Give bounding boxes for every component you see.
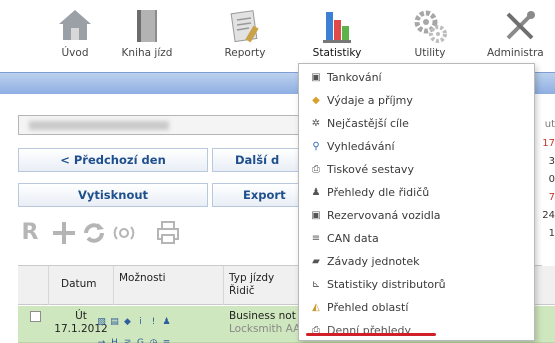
top-nav: Úvod Kniha jízd Reporty Statistiky Utili… — [0, 0, 555, 72]
toolbar: R — [18, 220, 218, 248]
chart-icon — [323, 12, 351, 43]
col-options: Možnosti — [113, 266, 223, 305]
clip-text: 0 — [548, 174, 555, 185]
home-icon — [59, 10, 91, 40]
printer-icon: ⎙ — [312, 164, 320, 175]
nav-item-utility[interactable]: Utility — [395, 0, 465, 72]
r-icon[interactable]: R — [18, 220, 42, 246]
search-icon: ⚲ — [312, 141, 320, 152]
menu-label: Vyhledávání — [327, 140, 395, 153]
book-icon — [137, 10, 157, 42]
fuel-icon[interactable]: ▤ — [109, 317, 120, 328]
car-icon: ▰ — [312, 256, 320, 267]
money-icon[interactable]: ◆ — [122, 317, 133, 328]
signal-icon[interactable] — [112, 220, 136, 246]
nav-label: Statistiky — [312, 47, 362, 59]
menu-label: Přehled oblastí — [327, 301, 409, 314]
menu-item-vydaje[interactable]: ◆ Výdaje a příjmy — [307, 90, 530, 112]
person-icon[interactable]: ♟ — [161, 317, 172, 328]
clip-text: 17 — [542, 138, 555, 149]
chart-small-icon[interactable]: ⋜ — [122, 338, 133, 343]
nav-label: Úvod — [61, 47, 89, 59]
menu-item-statistiky-distributoru[interactable]: ⊾ Statistiky distributorů — [307, 274, 530, 296]
prev-day-button[interactable]: < Předchozí den — [18, 148, 208, 172]
area-icon: ◭ — [312, 302, 320, 313]
money-icon: ◆ — [312, 95, 320, 106]
nav-item-reporty[interactable]: Reporty — [210, 0, 280, 72]
menu-label: Přehledy dle řidičů — [327, 186, 430, 199]
g-icon[interactable]: G — [135, 338, 146, 343]
col-select — [18, 266, 48, 305]
arrow-icon[interactable]: → — [96, 338, 107, 343]
clip-text: 3 — [548, 156, 555, 167]
info-icon[interactable]: i — [135, 317, 146, 328]
menu-item-zavady-jednotek[interactable]: ▰ Závady jednotek — [307, 251, 530, 273]
print-button[interactable]: Vytisknout — [18, 183, 208, 207]
printer-icon[interactable] — [156, 220, 180, 246]
app-window: Úvod Kniha jízd Reporty Statistiky Utili… — [0, 0, 555, 343]
gear-icon — [414, 10, 447, 43]
h-icon[interactable]: H — [109, 338, 120, 343]
daily-icon: ⎙ — [312, 325, 320, 336]
menu-label: Nejčastější cíle — [327, 117, 409, 130]
nav-label: Kniha jízd — [121, 47, 173, 59]
menu-label: Výdaje a příjmy — [327, 94, 413, 107]
crosshair-icon[interactable] — [52, 220, 76, 246]
menu-item-nejcastejsi-cile[interactable]: ✲ Nejčastější cíle — [307, 113, 530, 135]
stats-icon: ⊾ — [311, 279, 321, 290]
menu-item-vyhledavani[interactable]: ⚲ Vyhledávání — [307, 136, 530, 158]
can-icon: ≡ — [311, 233, 321, 244]
alert-icon[interactable]: ! — [148, 317, 159, 328]
statistiky-dropdown: ▣ Tankování ◆ Výdaje a příjmy ✲ Nejčastější… — [298, 63, 535, 341]
clip-text: 1 — [548, 228, 555, 239]
fuel-icon: ▣ — [311, 72, 321, 83]
tools-icon — [506, 11, 535, 40]
list-icon[interactable]: ≡ — [161, 338, 172, 343]
nav-item-administrace[interactable]: Administra — [485, 0, 555, 72]
target-icon: ✲ — [311, 118, 321, 129]
menu-label: Statistiky distributorů — [327, 278, 446, 291]
nav-item-kniha-jizd[interactable]: Kniha jízd — [112, 0, 182, 72]
reservation-icon: ▣ — [311, 210, 321, 221]
map-icon[interactable]: ▧ — [96, 317, 107, 328]
menu-label: Tiskové sestavy — [327, 163, 414, 176]
refresh-icon[interactable] — [82, 220, 106, 246]
menu-item-tiskove-sestavy[interactable]: ⎙ Tiskové sestavy — [307, 159, 530, 181]
clock-icon[interactable]: ◷ — [148, 338, 159, 343]
menu-item-can-data[interactable]: ≡ CAN data — [307, 228, 530, 250]
nav-label: Utility — [414, 47, 446, 59]
menu-label: CAN data — [327, 232, 379, 245]
nav-label: Administra — [487, 47, 544, 59]
menu-item-rezervovana-vozidla[interactable]: ▣ Rezervovaná vozidla — [307, 205, 530, 227]
menu-item-prehled-oblasti[interactable]: ◭ Přehled oblastí — [307, 297, 530, 319]
col-date: Datum — [48, 266, 113, 305]
menu-label: Závady jednotek — [327, 255, 420, 268]
clip-text: 24 — [542, 210, 555, 221]
person-icon: ♟ — [311, 187, 321, 198]
export-button[interactable]: Export — [212, 183, 308, 207]
menu-label: Denní přehledy — [327, 324, 412, 337]
highlight-underline — [306, 333, 436, 336]
report-icon — [230, 10, 259, 43]
row-checkbox[interactable] — [30, 311, 41, 322]
nav-item-statistiky[interactable]: Statistiky — [302, 0, 372, 72]
clip-text: 7 — [548, 192, 555, 203]
clipped-right-column: ut 17 3 0 7 24 1 — [542, 96, 555, 266]
menu-label: Tankování — [327, 71, 382, 84]
nav-label: Reporty — [224, 47, 266, 59]
driver-select[interactable] — [18, 115, 308, 135]
nav-item-uvod[interactable]: Úvod — [40, 0, 110, 72]
blurred-driver-name — [29, 121, 169, 130]
menu-item-prehledy-ridicu[interactable]: ♟ Přehledy dle řidičů — [307, 182, 530, 204]
row-options: ▧ ▤ ◆ i! ♟ → H ⋜ G ◷ ≡ — [96, 309, 182, 343]
menu-label: Rezervovaná vozidla — [327, 209, 441, 222]
menu-item-tankovani[interactable]: ▣ Tankování — [307, 67, 530, 89]
clip-text: ut — [544, 119, 555, 130]
menu-item-denni-prehledy[interactable]: ⎙ Denní přehledy — [307, 320, 530, 342]
next-day-button[interactable]: Další d — [212, 148, 308, 172]
